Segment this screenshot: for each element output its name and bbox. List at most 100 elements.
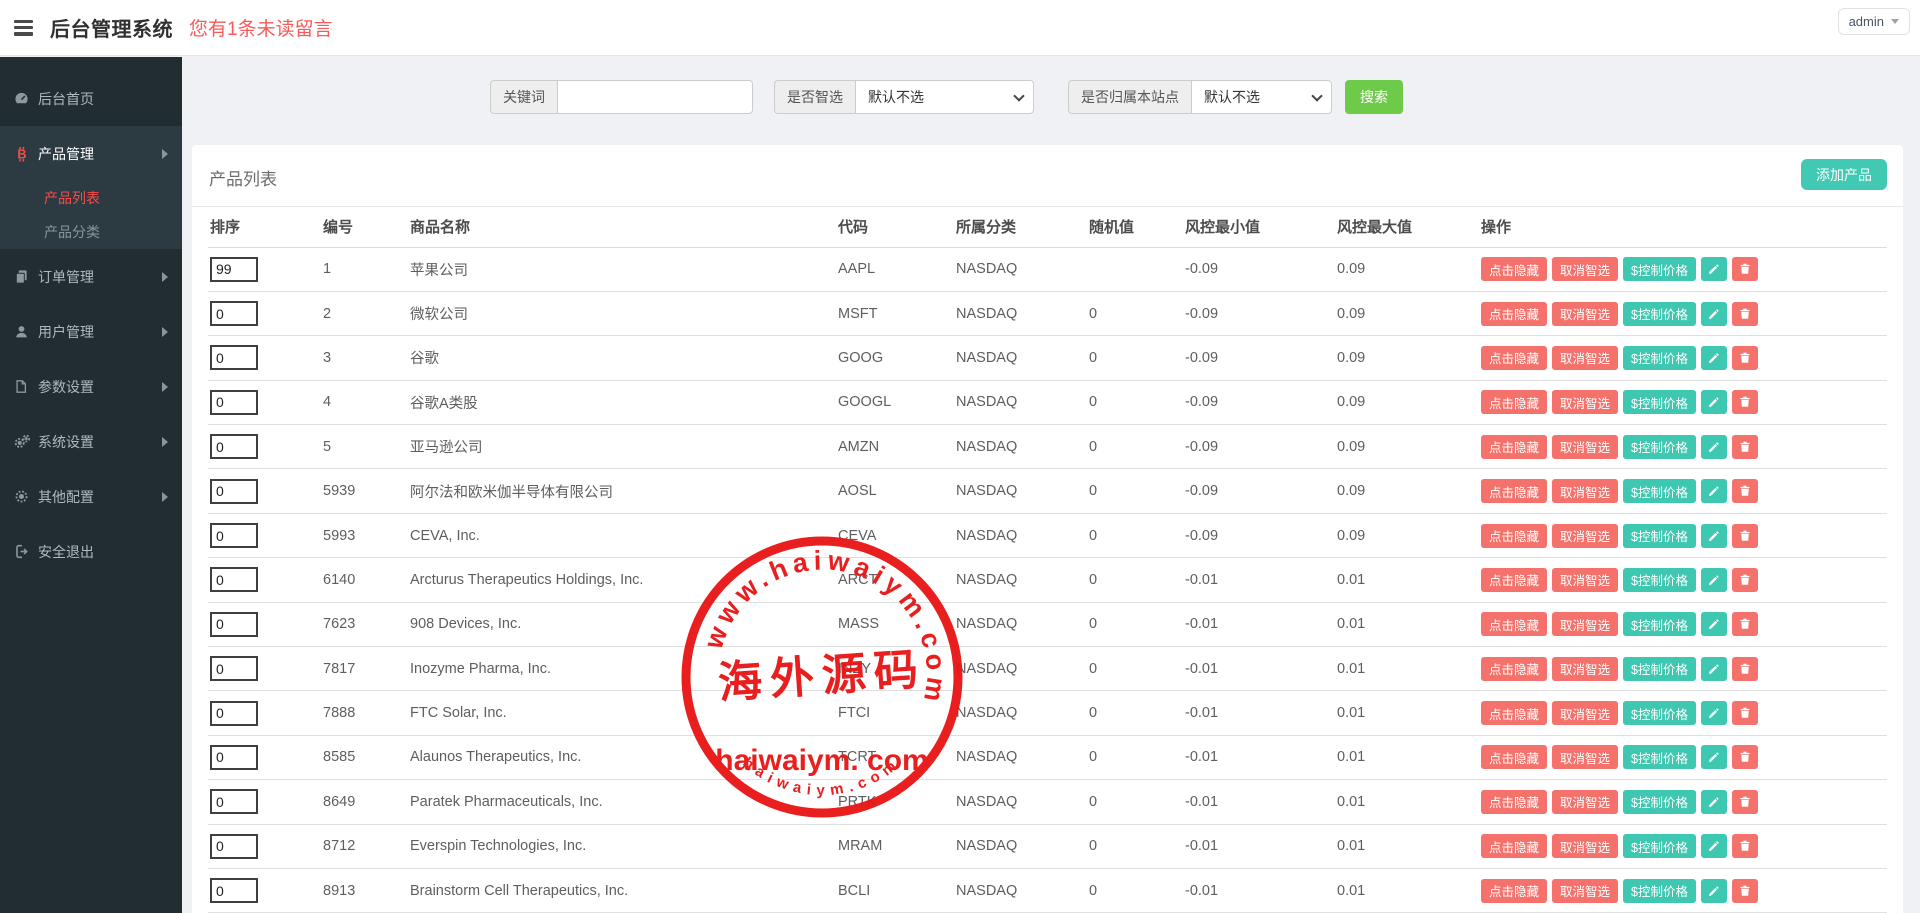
cancel-smart-button[interactable]: 取消智选 [1552,479,1618,503]
sidebar-item[interactable]: B产品管理 [0,126,182,181]
hide-button[interactable]: 点击隐藏 [1481,790,1547,814]
control-price-button[interactable]: $控制价格 [1623,879,1696,903]
control-price-button[interactable]: $控制价格 [1623,435,1696,459]
cancel-smart-button[interactable]: 取消智选 [1552,435,1618,459]
delete-button[interactable] [1732,435,1758,459]
control-price-button[interactable]: $控制价格 [1623,612,1696,636]
delete-button[interactable] [1732,524,1758,548]
sort-input[interactable] [210,390,258,415]
cancel-smart-button[interactable]: 取消智选 [1552,390,1618,414]
sidebar-item[interactable]: 其他配置 [0,469,182,524]
delete-button[interactable] [1732,612,1758,636]
cancel-smart-button[interactable]: 取消智选 [1552,524,1618,548]
edit-button[interactable] [1701,879,1727,903]
user-menu-button[interactable]: admin [1838,8,1910,35]
sort-input[interactable] [210,745,258,770]
unread-message-link[interactable]: 您有1条未读留言 [189,14,333,41]
sort-input[interactable] [210,789,258,814]
control-price-button[interactable]: $控制价格 [1623,524,1696,548]
delete-button[interactable] [1732,302,1758,326]
hide-button[interactable]: 点击隐藏 [1481,834,1547,858]
sort-input[interactable] [210,523,258,548]
control-price-button[interactable]: $控制价格 [1623,257,1696,281]
cancel-smart-button[interactable]: 取消智选 [1552,346,1618,370]
edit-button[interactable] [1701,834,1727,858]
sort-input[interactable] [210,612,258,637]
edit-button[interactable] [1701,479,1727,503]
delete-button[interactable] [1732,390,1758,414]
keyword-input[interactable] [557,80,753,114]
delete-button[interactable] [1732,701,1758,725]
hide-button[interactable]: 点击隐藏 [1481,879,1547,903]
control-price-button[interactable]: $控制价格 [1623,390,1696,414]
sort-input[interactable] [210,479,258,504]
cancel-smart-button[interactable]: 取消智选 [1552,834,1618,858]
sort-input[interactable] [210,434,258,459]
sort-input[interactable] [210,567,258,592]
sort-input[interactable] [210,701,258,726]
delete-button[interactable] [1732,657,1758,681]
sidebar-subitem[interactable]: 产品列表 [0,181,182,215]
delete-button[interactable] [1732,790,1758,814]
hide-button[interactable]: 点击隐藏 [1481,390,1547,414]
cancel-smart-button[interactable]: 取消智选 [1552,612,1618,636]
delete-button[interactable] [1732,834,1758,858]
control-price-button[interactable]: $控制价格 [1623,790,1696,814]
hide-button[interactable]: 点击隐藏 [1481,346,1547,370]
sidebar-item[interactable]: 用户管理 [0,304,182,359]
sidebar-item[interactable]: 安全退出 [0,524,182,579]
hide-button[interactable]: 点击隐藏 [1481,745,1547,769]
cancel-smart-button[interactable]: 取消智选 [1552,568,1618,592]
edit-button[interactable] [1701,435,1727,459]
sort-input[interactable] [210,257,258,282]
edit-button[interactable] [1701,657,1727,681]
delete-button[interactable] [1732,745,1758,769]
edit-button[interactable] [1701,612,1727,636]
site-filter-select[interactable]: 默认不选 [1191,80,1332,114]
sort-input[interactable] [210,345,258,370]
hide-button[interactable]: 点击隐藏 [1481,524,1547,548]
sort-input[interactable] [210,301,258,326]
control-price-button[interactable]: $控制价格 [1623,479,1696,503]
edit-button[interactable] [1701,745,1727,769]
sort-input[interactable] [210,656,258,681]
control-price-button[interactable]: $控制价格 [1623,302,1696,326]
delete-button[interactable] [1732,257,1758,281]
edit-button[interactable] [1701,346,1727,370]
edit-button[interactable] [1701,390,1727,414]
cancel-smart-button[interactable]: 取消智选 [1552,657,1618,681]
cancel-smart-button[interactable]: 取消智选 [1552,257,1618,281]
cancel-smart-button[interactable]: 取消智选 [1552,302,1618,326]
hide-button[interactable]: 点击隐藏 [1481,435,1547,459]
control-price-button[interactable]: $控制价格 [1623,346,1696,370]
control-price-button[interactable]: $控制价格 [1623,745,1696,769]
hide-button[interactable]: 点击隐藏 [1481,657,1547,681]
hide-button[interactable]: 点击隐藏 [1481,612,1547,636]
hide-button[interactable]: 点击隐藏 [1481,257,1547,281]
hide-button[interactable]: 点击隐藏 [1481,302,1547,326]
sort-input[interactable] [210,878,258,903]
edit-button[interactable] [1701,524,1727,548]
control-price-button[interactable]: $控制价格 [1623,568,1696,592]
hide-button[interactable]: 点击隐藏 [1481,701,1547,725]
search-button[interactable]: 搜索 [1345,80,1403,114]
sidebar-item[interactable]: 订单管理 [0,249,182,304]
cancel-smart-button[interactable]: 取消智选 [1552,745,1618,769]
control-price-button[interactable]: $控制价格 [1623,834,1696,858]
control-price-button[interactable]: $控制价格 [1623,701,1696,725]
cancel-smart-button[interactable]: 取消智选 [1552,701,1618,725]
edit-button[interactable] [1701,302,1727,326]
smart-filter-select[interactable]: 默认不选 [855,80,1034,114]
hide-button[interactable]: 点击隐藏 [1481,479,1547,503]
edit-button[interactable] [1701,701,1727,725]
hide-button[interactable]: 点击隐藏 [1481,568,1547,592]
control-price-button[interactable]: $控制价格 [1623,657,1696,681]
sort-input[interactable] [210,834,258,859]
delete-button[interactable] [1732,568,1758,592]
delete-button[interactable] [1732,479,1758,503]
sidebar-item[interactable]: 系统设置 [0,414,182,469]
edit-button[interactable] [1701,790,1727,814]
sidebar-item[interactable]: 参数设置 [0,359,182,414]
delete-button[interactable] [1732,879,1758,903]
sidebar-subitem[interactable]: 产品分类 [0,215,182,249]
